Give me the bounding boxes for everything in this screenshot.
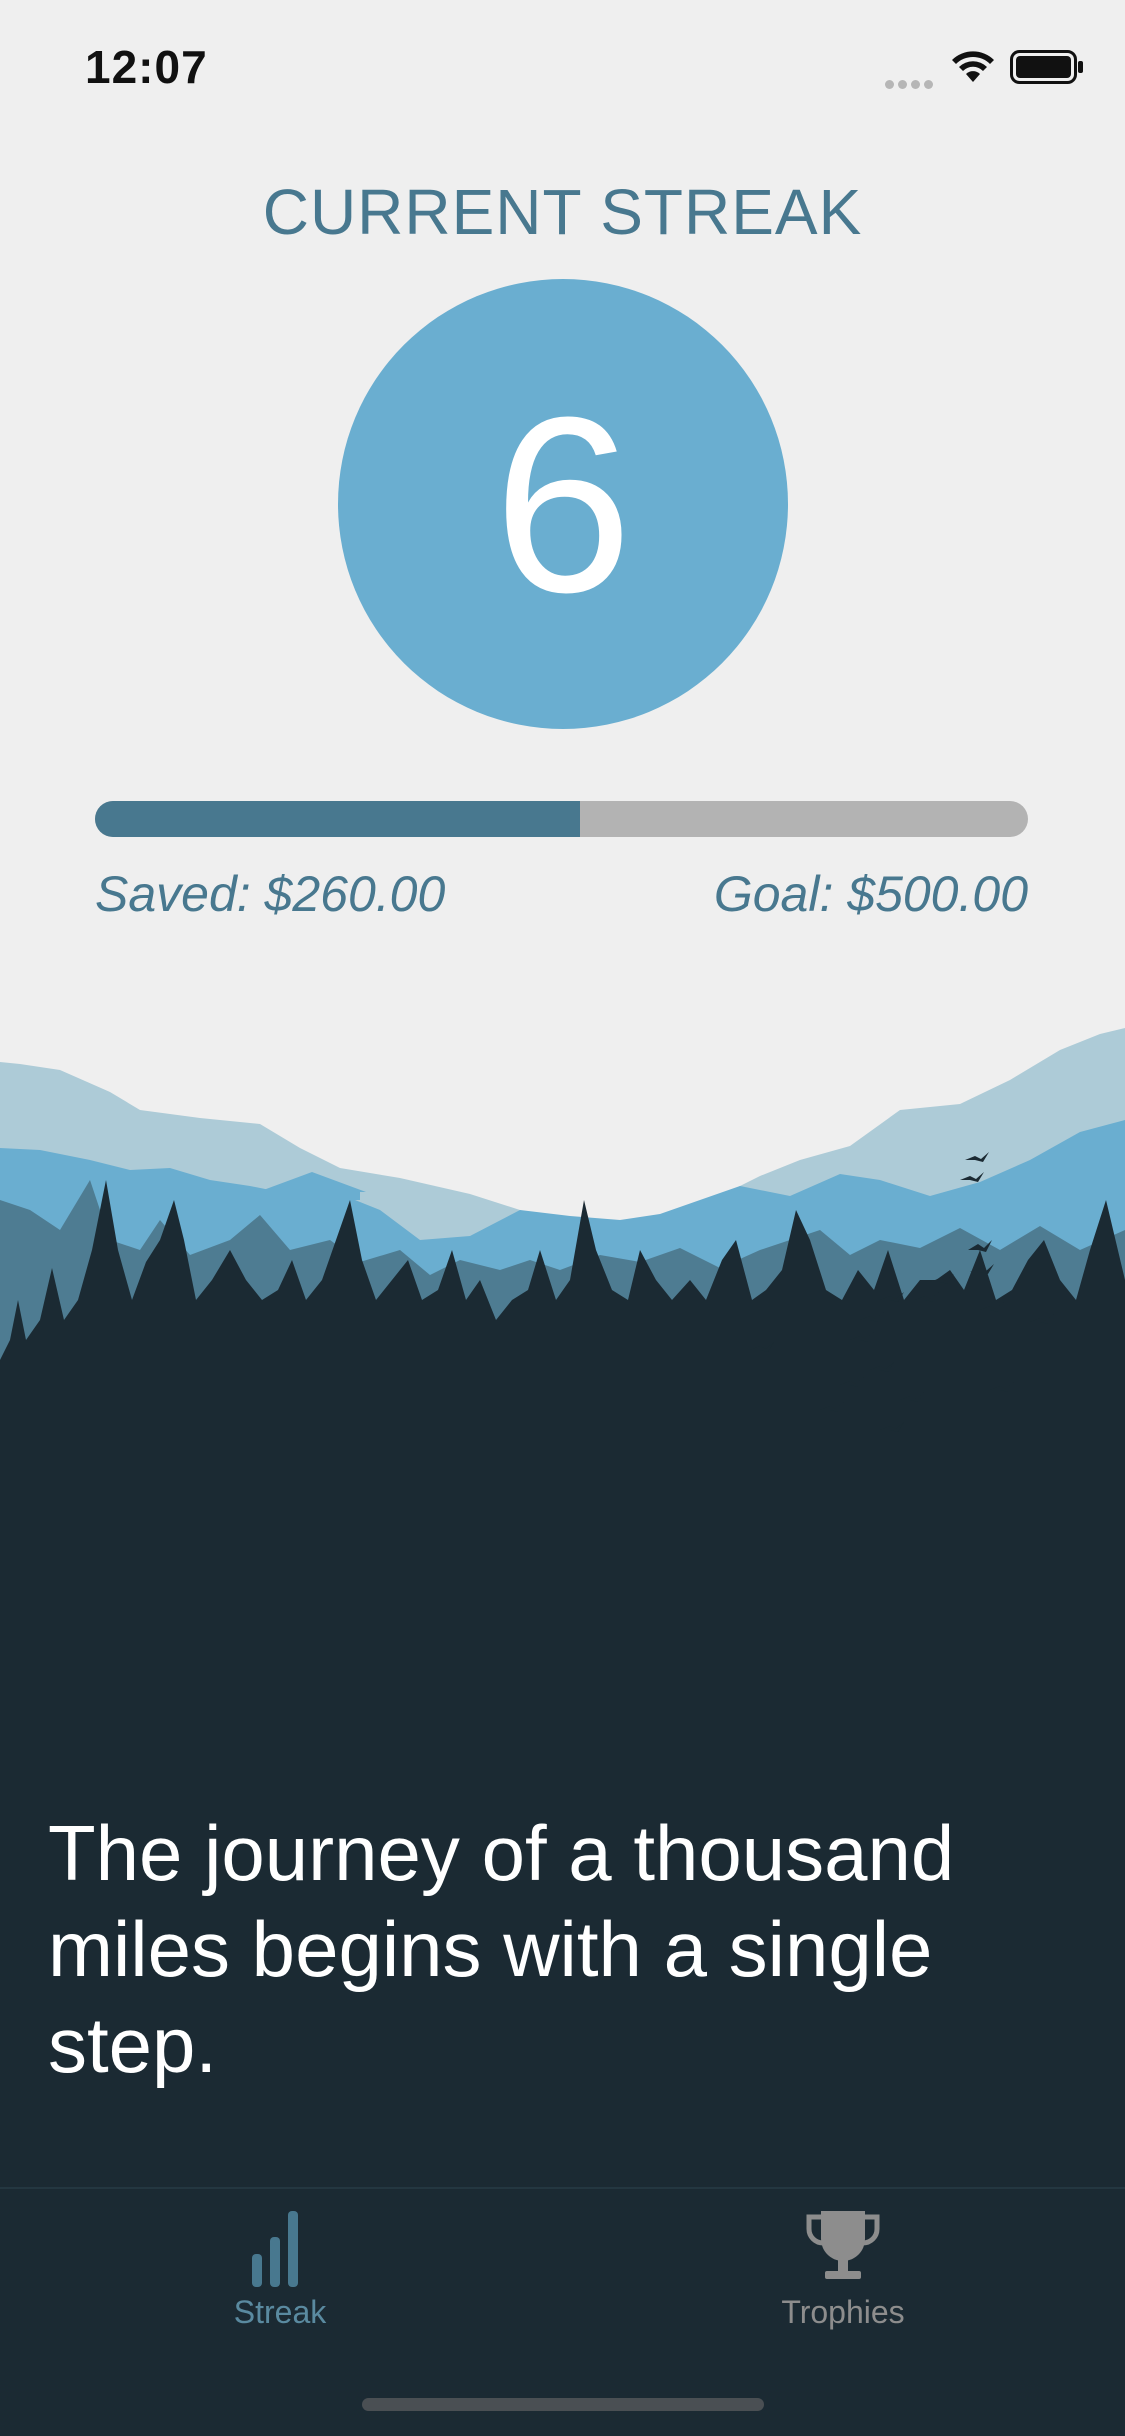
app-screen: 12:07 CURRENT STREAK 6 Saved: $260.00 Go… [0, 0, 1125, 2436]
savings-progress-fill [95, 801, 581, 837]
saved-amount: Saved: $260.00 [95, 866, 446, 922]
goal-amount: Goal: $500.00 [713, 866, 1028, 922]
tab-streak[interactable]: Streak [130, 2189, 430, 2339]
tab-trophies-label: Trophies [781, 2294, 905, 2330]
bar-chart-icon [252, 2211, 298, 2287]
motivational-quote: The journey of a thousand miles begins w… [48, 1809, 955, 2089]
cellular-signal-icon [885, 76, 937, 89]
savings-progress-bar [95, 801, 1028, 837]
streak-counter-circle: 6 [338, 279, 788, 729]
wifi-icon [952, 51, 994, 82]
tab-trophies[interactable]: Trophies [693, 2189, 993, 2339]
battery-icon [1010, 50, 1083, 84]
tab-streak-label: Streak [233, 2294, 327, 2330]
status-time: 12:07 [85, 41, 208, 93]
trophy-icon [806, 2211, 880, 2279]
page-title: CURRENT STREAK [262, 176, 863, 248]
home-indicator [362, 2398, 764, 2411]
streak-count: 6 [493, 364, 633, 644]
